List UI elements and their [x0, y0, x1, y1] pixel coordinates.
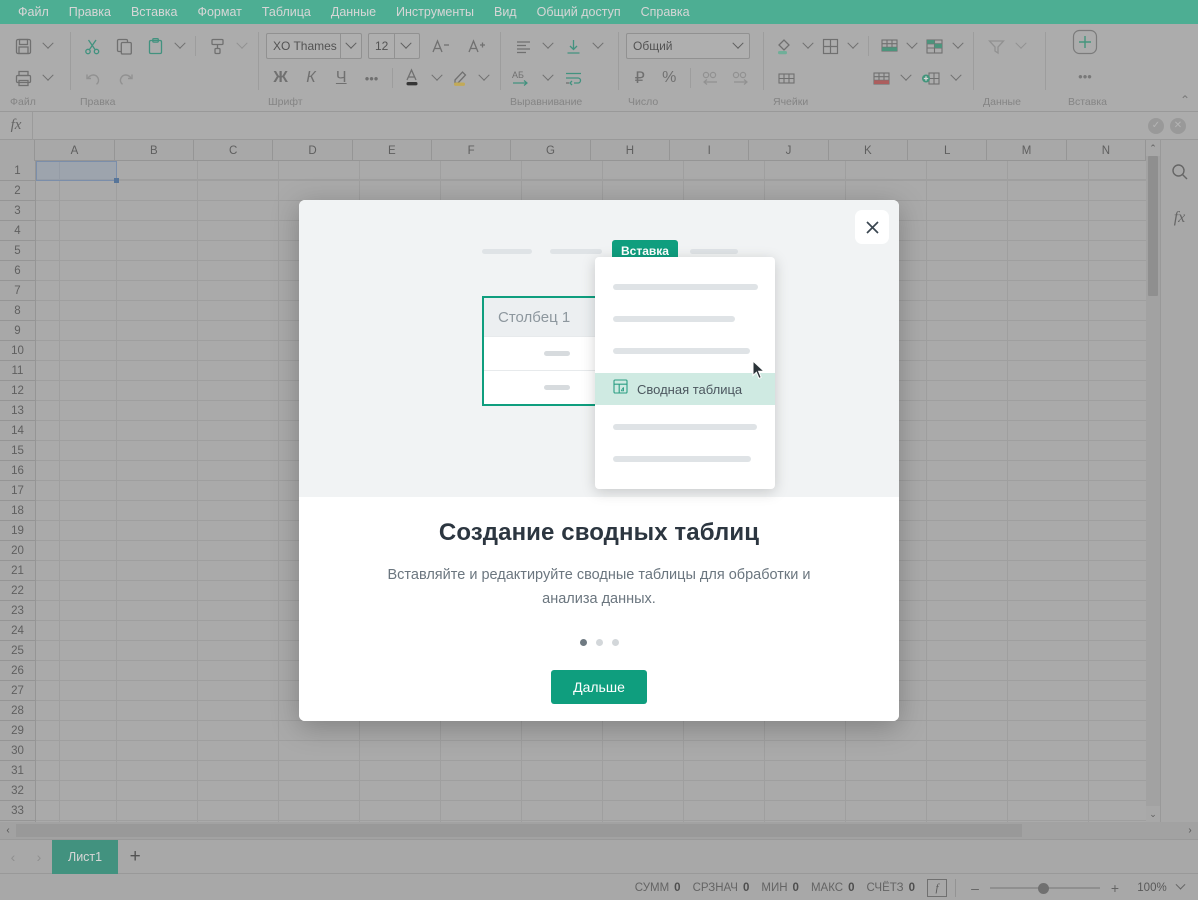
placeholder-bar	[550, 248, 602, 254]
placeholder-bar	[482, 248, 532, 254]
placeholder-bar	[689, 248, 738, 254]
next-button[interactable]: Дальше	[551, 670, 647, 704]
illustration-menu-item-pivot-table: Сводная таблица	[595, 373, 775, 405]
step-dot-1[interactable]	[579, 639, 587, 646]
illustration-menu-item-label: Сводная таблица	[637, 381, 743, 397]
modal-body: Создание сводных таблиц Вставляйте и ред…	[299, 497, 899, 721]
placeholder-bar	[613, 456, 751, 462]
placeholder-bar	[544, 351, 570, 356]
application-window: Файл Правка Вставка Формат Таблица Данны…	[0, 0, 1198, 900]
step-dot-3[interactable]	[611, 639, 619, 646]
illustration-menu-item	[595, 335, 775, 367]
placeholder-bar	[613, 424, 757, 430]
pivot-table-icon	[613, 379, 628, 399]
illustration-menu-item	[595, 411, 775, 443]
mouse-cursor-icon	[752, 359, 766, 385]
illustration-dropdown-menu: Сводная таблица	[595, 257, 775, 489]
onboarding-modal: Столбец 1 Вставка Сводная таблица Создан…	[299, 200, 899, 721]
placeholder-bar	[544, 385, 570, 390]
illustration-menu-item	[595, 271, 775, 303]
close-icon[interactable]	[855, 210, 889, 244]
illustration-menu-item	[595, 303, 775, 335]
modal-illustration: Столбец 1 Вставка Сводная таблица	[299, 200, 899, 497]
placeholder-bar	[613, 316, 735, 322]
placeholder-bar	[613, 284, 758, 290]
modal-step-dots	[299, 639, 899, 646]
illustration-menu-item	[595, 443, 775, 475]
modal-description: Вставляйте и редактируйте сводные таблиц…	[387, 567, 811, 607]
placeholder-bar	[613, 348, 750, 354]
step-dot-2[interactable]	[595, 639, 603, 646]
modal-title: Создание сводных таблиц	[438, 519, 760, 546]
